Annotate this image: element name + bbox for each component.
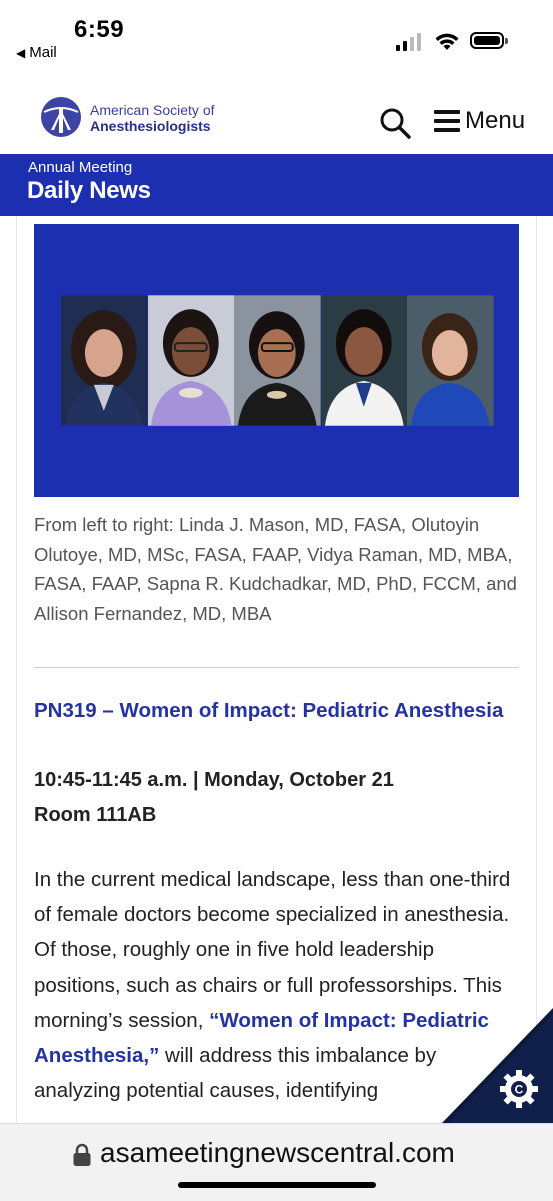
session-title-link[interactable]: PN319 – Women of Impact: Pediatric Anest… [34,693,514,728]
portrait-1 [61,295,148,426]
daily-news-banner[interactable]: Annual Meeting Daily News [0,154,553,216]
session-time: 10:45-11:45 a.m. | Monday, October 21 [34,769,394,791]
floating-settings-badge[interactable]: C [442,1008,553,1123]
svg-text:C: C [515,1083,524,1097]
menu-button[interactable]: Menu [434,106,525,136]
portrait-3 [234,295,321,426]
banner-title: Daily News [27,177,151,204]
back-label: Mail [29,44,57,61]
lock-icon [73,1143,91,1166]
back-triangle-icon: ◀ [16,46,26,60]
home-indicator[interactable] [178,1182,376,1188]
menu-label: Menu [465,107,526,134]
portrait-2 [147,295,235,426]
cellular-signal-icon [396,33,424,51]
search-icon[interactable] [378,106,412,140]
battery-icon [470,32,508,49]
address-bar[interactable]: asameetingnewscentral.com [0,1123,553,1201]
asa-logo-icon[interactable] [40,96,82,138]
wifi-icon [435,33,459,50]
speaker-portraits [61,295,494,426]
banner-subtitle: Annual Meeting [28,159,133,176]
image-caption: From left to right: Linda J. Mason, MD, … [34,514,517,624]
back-to-mail-button[interactable]: ◀ Mail [16,44,57,61]
portrait-5 [407,295,494,426]
divider [34,667,519,668]
asa-logo-text[interactable]: American Society of Anesthesiologists [90,102,215,134]
logo-line-1: American Society of [90,102,215,118]
clock: 6:59 [74,16,125,43]
hamburger-icon [434,110,460,132]
portrait-4 [320,295,408,426]
site-header: American Society of Anesthesiologists Me… [0,80,553,154]
logo-line-2: Anesthesiologists [90,118,211,134]
body-text-1: In the current medical landscape, less t… [34,868,511,1032]
status-bar: 6:59 ◀ Mail [0,0,553,80]
session-room: Room 111AB [34,804,157,826]
gear-icon: C [500,1070,538,1108]
url-text: asameetingnewscentral.com [100,1137,455,1168]
